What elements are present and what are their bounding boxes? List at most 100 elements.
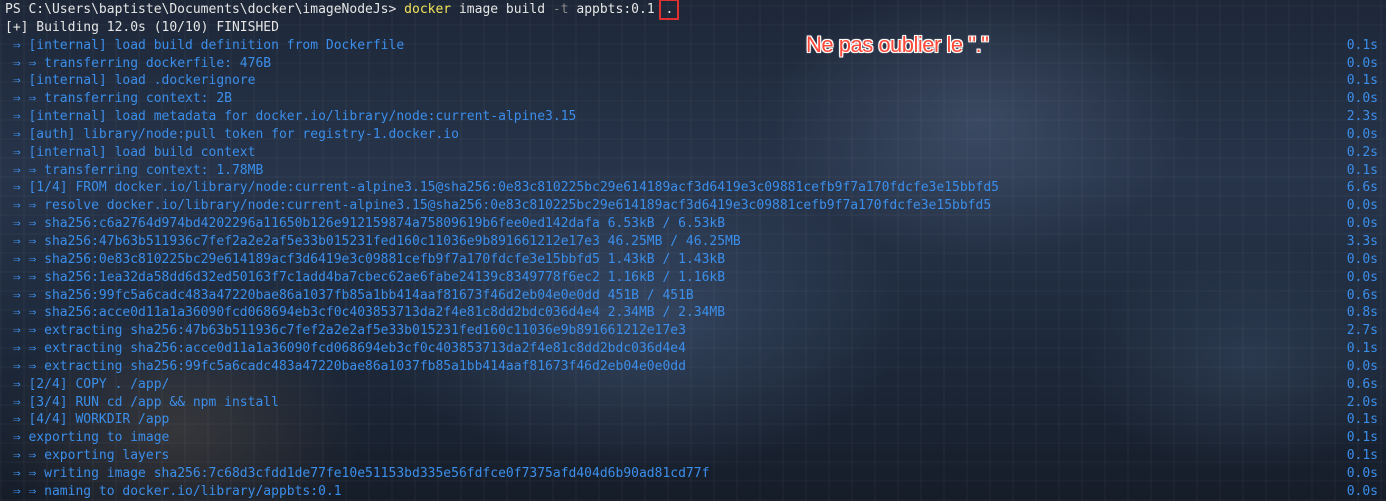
- build-step-line: ⇒ exporting to image 0.1s: [5, 429, 1378, 447]
- command-tag: appbts:0.1: [568, 2, 663, 17]
- step-text: sha256:acce0d11a1a36090fcd068694eb3cf0c4…: [44, 305, 726, 321]
- terminal-output: PS C:\Users\baptiste\Documents\docker\im…: [5, 0, 1378, 501]
- step-arrow-icon: ⇒ ⇒: [5, 233, 45, 249]
- step-text: transferring dockerfile: 476B: [44, 55, 272, 71]
- step-duration: 0.1s: [1346, 37, 1378, 53]
- step-duration: 0.1s: [1346, 341, 1378, 357]
- build-step-line: ⇒ ⇒ sha256:c6a2764d974bd4202296a11650b12…: [5, 215, 1378, 233]
- step-text: sha256:0e83c810225bc29e614189acf3d6419e3…: [44, 251, 726, 267]
- build-step-line: ⇒ [internal] load build context 0.2s: [5, 144, 1378, 162]
- step-duration: 0.1s: [1346, 448, 1378, 464]
- step-duration: 0.0s: [1346, 216, 1378, 232]
- step-text: exporting to image: [28, 430, 170, 446]
- annotation-note: Ne pas oublier le ".": [806, 32, 989, 57]
- step-text: resolve docker.io/library/node:current-a…: [44, 198, 992, 214]
- command-args: image build: [451, 2, 553, 17]
- build-step-line: ⇒ ⇒ extracting sha256:47b63b511936c7fef2…: [5, 322, 1378, 340]
- terminal-window[interactable]: PS C:\Users\baptiste\Documents\docker\im…: [0, 0, 1386, 501]
- step-duration: 6.6s: [1346, 180, 1378, 196]
- step-text: writing image sha256:7c68d3cfdd1de77fe10…: [44, 465, 710, 481]
- step-arrow-icon: ⇒: [5, 412, 29, 428]
- step-arrow-icon: ⇒: [5, 37, 29, 53]
- step-duration: 0.6s: [1346, 287, 1378, 303]
- step-text: [internal] load metadata for docker.io/l…: [28, 109, 577, 125]
- build-step-line: ⇒ ⇒ sha256:acce0d11a1a36090fcd068694eb3c…: [5, 304, 1378, 322]
- step-duration: 0.0s: [1346, 269, 1378, 285]
- build-step-line: ⇒ ⇒ sha256:99fc5a6cadc483a47220bae86a103…: [5, 287, 1378, 305]
- step-duration: 2.3s: [1346, 109, 1378, 125]
- step-duration: 0.0s: [1346, 465, 1378, 481]
- step-arrow-icon: ⇒: [5, 126, 29, 142]
- step-text: extracting sha256:47b63b511936c7fef2a2e2…: [44, 323, 686, 339]
- step-duration: 3.3s: [1346, 233, 1378, 249]
- step-duration: 0.1s: [1346, 430, 1378, 446]
- step-arrow-icon: ⇒: [5, 376, 29, 392]
- step-text: [internal] load build definition from Do…: [28, 37, 405, 53]
- step-text: transferring context: 2B: [44, 91, 232, 107]
- step-duration: 0.0s: [1346, 198, 1378, 214]
- step-arrow-icon: ⇒ ⇒: [5, 162, 45, 178]
- build-step-line: ⇒ ⇒ sha256:0e83c810225bc29e614189acf3d64…: [5, 251, 1378, 269]
- step-text: sha256:99fc5a6cadc483a47220bae86a1037fb8…: [44, 287, 694, 303]
- build-step-line: ⇒ ⇒ extracting sha256:99fc5a6cadc483a472…: [5, 358, 1378, 376]
- step-duration: 0.0s: [1346, 55, 1378, 71]
- build-step-line: ⇒ [internal] load .dockerignore 0.1s: [5, 72, 1378, 90]
- step-arrow-icon: ⇒ ⇒: [5, 55, 45, 71]
- step-text: naming to docker.io/library/appbts:0.1: [44, 483, 342, 499]
- step-duration: 0.0s: [1346, 251, 1378, 267]
- step-duration: 0.8s: [1346, 305, 1378, 321]
- step-text: extracting sha256:acce0d11a1a36090fcd068…: [44, 341, 686, 357]
- build-step-line: ⇒ ⇒ transferring context: 2B 0.0s: [5, 90, 1378, 108]
- step-arrow-icon: ⇒ ⇒: [5, 287, 45, 303]
- step-text: [2/4] COPY . /app/: [28, 376, 170, 392]
- step-text: extracting sha256:99fc5a6cadc483a47220ba…: [44, 358, 686, 374]
- step-text: [internal] load build context: [28, 144, 256, 160]
- build-step-line: ⇒ ⇒ transferring dockerfile: 476B 0.0s: [5, 55, 1378, 73]
- build-step-line: ⇒ [1/4] FROM docker.io/library/node:curr…: [5, 179, 1378, 197]
- build-step-line: ⇒ ⇒ transferring context: 1.78MB 0.1s: [5, 162, 1378, 180]
- command-executable: docker: [404, 2, 452, 17]
- step-arrow-icon: ⇒: [5, 144, 29, 160]
- step-arrow-icon: ⇒: [5, 430, 29, 446]
- step-arrow-icon: ⇒: [5, 109, 29, 125]
- step-arrow-icon: ⇒: [5, 180, 29, 196]
- step-duration: 0.1s: [1346, 73, 1378, 89]
- step-arrow-icon: ⇒ ⇒: [5, 341, 45, 357]
- step-duration: 0.0s: [1346, 358, 1378, 374]
- build-step-line: ⇒ [4/4] WORKDIR /app 0.1s: [5, 411, 1378, 429]
- step-arrow-icon: ⇒ ⇒: [5, 448, 45, 464]
- step-text: sha256:1ea32da58dd6d32ed50163f7c1add4ba7…: [44, 269, 726, 285]
- build-step-line: ⇒ [auth] library/node:pull token for reg…: [5, 126, 1378, 144]
- step-duration: 0.1s: [1346, 162, 1378, 178]
- build-step-line: ⇒ [2/4] COPY . /app/0.6s: [5, 376, 1378, 394]
- step-arrow-icon: ⇒ ⇒: [5, 358, 45, 374]
- build-step-line: ⇒ [internal] load build definition from …: [5, 37, 1378, 55]
- build-context-highlight: .: [659, 0, 680, 20]
- step-duration: 0.2s: [1346, 144, 1378, 160]
- step-duration: 0.0s: [1346, 483, 1378, 499]
- step-arrow-icon: ⇒ ⇒: [5, 251, 45, 267]
- build-step-line: ⇒ ⇒ writing image sha256:7c68d3cfdd1de77…: [5, 465, 1378, 483]
- step-text: exporting layers: [44, 448, 170, 464]
- step-text: [auth] library/node:pull token for regis…: [28, 126, 459, 142]
- step-text: [1/4] FROM docker.io/library/node:curren…: [28, 180, 999, 196]
- step-arrow-icon: ⇒ ⇒: [5, 216, 45, 232]
- step-text: sha256:47b63b511936c7fef2a2e2af5e33b0152…: [44, 233, 741, 249]
- build-status: [+] Building 12.0s (10/10) FINISHED: [5, 19, 279, 35]
- step-duration: 2.0s: [1346, 394, 1378, 410]
- step-text: transferring context: 1.78MB: [44, 162, 264, 178]
- step-arrow-icon: ⇒: [5, 73, 29, 89]
- step-text: [internal] load .dockerignore: [28, 73, 256, 89]
- build-step-line: ⇒ ⇒ sha256:1ea32da58dd6d32ed50163f7c1add…: [5, 269, 1378, 287]
- step-text: [3/4] RUN cd /app && npm install: [28, 394, 279, 410]
- step-text: [4/4] WORKDIR /app: [28, 412, 170, 428]
- build-step-line: ⇒ ⇒ naming to docker.io/library/appbts:0…: [5, 483, 1378, 501]
- step-arrow-icon: ⇒ ⇒: [5, 323, 45, 339]
- build-step-line: ⇒ ⇒ exporting layers 0.1s: [5, 447, 1378, 465]
- build-step-line: ⇒ ⇒ sha256:47b63b511936c7fef2a2e2af5e33b…: [5, 233, 1378, 251]
- step-arrow-icon: ⇒ ⇒: [5, 305, 45, 321]
- step-text: sha256:c6a2764d974bd4202296a11650b126e91…: [44, 216, 726, 232]
- step-duration: 0.0s: [1346, 91, 1378, 107]
- step-arrow-icon: ⇒ ⇒: [5, 91, 45, 107]
- build-step-line: ⇒ [3/4] RUN cd /app && npm install 2.0s: [5, 394, 1378, 412]
